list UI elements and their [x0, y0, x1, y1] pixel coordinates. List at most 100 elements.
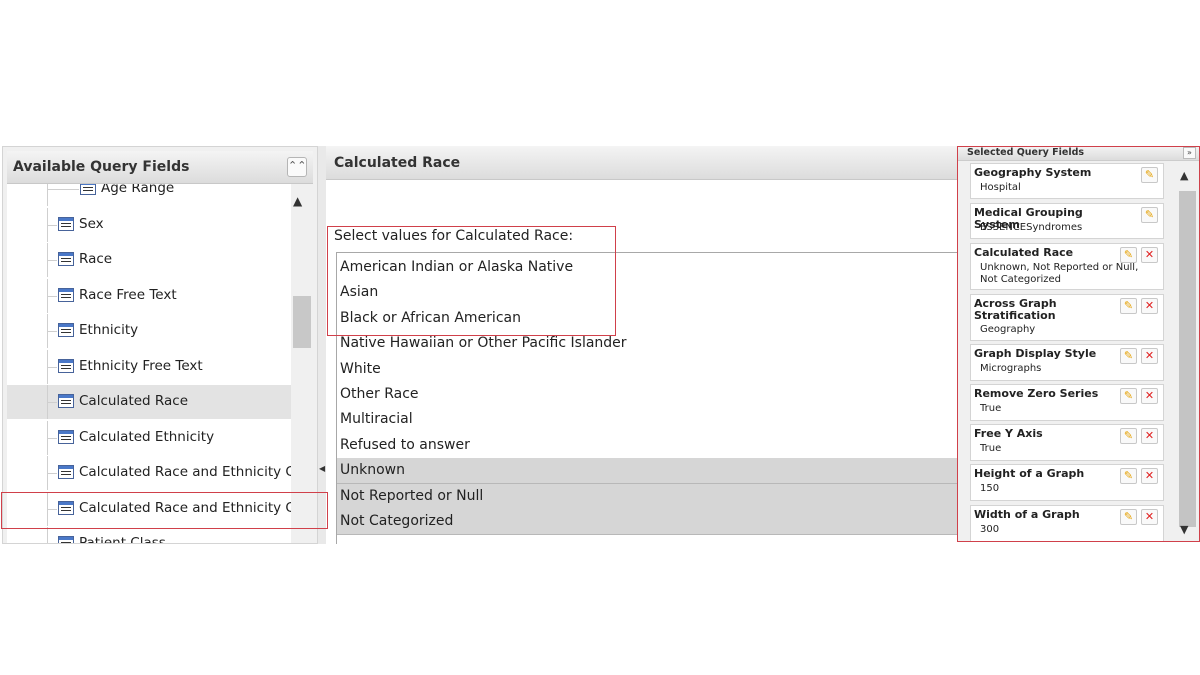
value-option[interactable]: American Indian or Alaska Native	[337, 255, 958, 280]
selected-field-title: Width of a Graph	[974, 508, 1080, 521]
double-chevron-up-icon[interactable]: ⌃⌃	[287, 157, 307, 177]
selected-field-card: Medical Grouping System ESSENCESyndromes ✎	[970, 203, 1164, 239]
tree-connector	[47, 224, 57, 226]
edit-pencil-icon[interactable]: ✎	[1120, 428, 1137, 444]
selected-field-value: ESSENCESyndromes	[980, 222, 1083, 233]
tree-item[interactable]: Calculated Race and Ethnicity C...	[7, 491, 291, 526]
available-panel-scrollbar[interactable]: ▲	[291, 184, 313, 543]
tree-item[interactable]: Patient Class	[7, 527, 291, 543]
field-values-header: Calculated Race	[326, 146, 958, 180]
edit-pencil-icon[interactable]: ✎	[1120, 388, 1137, 404]
tree-connector	[47, 184, 48, 206]
field-list-icon	[80, 184, 96, 195]
tree-item[interactable]: Calculated Race and Ethnicity C...	[7, 456, 291, 490]
selected-field-value: 300	[980, 524, 1000, 535]
tree-item[interactable]: Race Free Text	[7, 278, 291, 313]
value-option[interactable]: Black or African American	[337, 306, 958, 331]
value-option[interactable]: White	[337, 357, 958, 382]
selected-field-value: Unknown, Not Reported or Null, Not Categ…	[980, 262, 1139, 285]
tree-item[interactable]: Ethnicity	[7, 314, 291, 348]
edit-pencil-icon[interactable]: ✎	[1120, 509, 1137, 525]
value-option-label: Unknown	[340, 462, 405, 479]
selected-field-card: Free Y Axis True ✎ ✕	[970, 424, 1164, 461]
tree-item-label: Ethnicity	[79, 322, 139, 338]
tree-item-label: Calculated Race	[79, 393, 188, 409]
delete-x-icon[interactable]: ✕	[1141, 247, 1158, 263]
delete-x-icon[interactable]: ✕	[1141, 468, 1158, 484]
scroll-down-icon[interactable]: ▼	[1180, 523, 1188, 536]
selected-field-value: Hospital	[980, 182, 1021, 193]
selected-field-value: True	[980, 443, 1002, 454]
edit-pencil-icon[interactable]: ✎	[1141, 207, 1158, 223]
available-fields-tree: Age Range Sex Race Race Free Text Ethnicity E…	[7, 184, 291, 543]
double-chevron-right-icon[interactable]: »	[1183, 147, 1196, 159]
edit-pencil-icon[interactable]: ✎	[1120, 298, 1137, 314]
tree-connector	[47, 473, 57, 474]
tree-item[interactable]: Calculated Race	[7, 385, 291, 419]
tree-item[interactable]: Age Range	[7, 184, 291, 206]
left-splitter[interactable]: ◀	[318, 146, 326, 544]
tree-item-label: Patient Class	[79, 535, 166, 543]
value-option-label: Asian	[340, 284, 379, 301]
tree-item-label: Calculated Race and Ethnicity C...	[79, 464, 291, 480]
value-option[interactable]: Multiracial	[337, 407, 958, 432]
selected-query-fields-panel: Selected Query Fields » Geography System…	[958, 146, 1200, 542]
edit-pencil-icon[interactable]: ✎	[1120, 247, 1137, 263]
value-option[interactable]: Native Hawaiian or Other Pacific Islande…	[337, 331, 958, 356]
value-option[interactable]: Not Categorized	[337, 509, 958, 535]
value-option[interactable]: Other Race	[337, 382, 958, 407]
edit-pencil-icon[interactable]: ✎	[1141, 167, 1158, 183]
field-list-icon	[58, 216, 74, 231]
tree-item-label: Age Range	[101, 184, 175, 196]
edit-pencil-icon[interactable]: ✎	[1120, 348, 1137, 364]
tree-item[interactable]: Calculated Ethnicity	[7, 420, 291, 455]
selected-field-title: Across Graph Stratification	[974, 297, 1057, 322]
selected-field-title: Calculated Race	[974, 246, 1074, 259]
tree-connector	[47, 189, 79, 190]
edit-pencil-icon[interactable]: ✎	[1120, 468, 1137, 484]
tree-item[interactable]: Race	[7, 243, 291, 277]
available-panel-title: Available Query Fields	[13, 159, 190, 175]
delete-x-icon[interactable]: ✕	[1141, 388, 1158, 404]
value-option[interactable]: Asian	[337, 280, 958, 305]
scroll-up-icon[interactable]: ▲	[293, 194, 302, 208]
delete-x-icon[interactable]: ✕	[1141, 509, 1158, 525]
delete-x-icon[interactable]: ✕	[1141, 298, 1158, 314]
scroll-up-icon[interactable]: ▲	[1180, 169, 1188, 182]
tree-item[interactable]: Sex	[7, 207, 291, 242]
value-option[interactable]: Unknown	[337, 458, 958, 485]
select-values-label: Select values for Calculated Race:	[334, 228, 574, 244]
value-option-label: Not Categorized	[340, 513, 454, 529]
tree-connector	[47, 527, 48, 543]
tree-item-label: Calculated Ethnicity	[79, 428, 215, 445]
value-option-label: Not Reported or Null	[340, 487, 484, 504]
scrollbar-thumb[interactable]	[1179, 191, 1196, 527]
selected-fields-list: Geography System Hospital ✎ Medical Groupin…	[970, 161, 1166, 542]
selected-panel-scrollbar[interactable]: ▲ ▼	[1176, 161, 1198, 542]
selected-field-card: Height of a Graph 150 ✎ ✕	[970, 464, 1164, 501]
available-query-fields-panel: Available Query Fields ⌃⌃ Age Range Sex Ra…	[2, 146, 318, 544]
field-list-icon	[58, 394, 74, 408]
value-option[interactable]: Not Reported or Null	[337, 483, 958, 510]
selected-panel-title: Selected Query Fields	[967, 147, 1085, 158]
field-list-icon	[58, 429, 74, 444]
value-option[interactable]: Refused to answer	[337, 433, 958, 458]
field-list-icon	[58, 287, 74, 302]
delete-x-icon[interactable]: ✕	[1141, 348, 1158, 364]
selected-field-value: Micrographs	[980, 363, 1042, 374]
selected-field-card: Geography System Hospital ✎	[970, 163, 1164, 199]
collapse-left-arrow-icon[interactable]: ◀	[319, 464, 325, 473]
selected-field-value: True	[980, 403, 1002, 414]
value-option-label: Multiracial	[340, 411, 413, 428]
value-option-label: White	[340, 360, 381, 377]
selected-field-card: Graph Display Style Micrographs ✎ ✕	[970, 344, 1164, 381]
scrollbar-thumb[interactable]	[293, 296, 311, 348]
selected-field-title: Remove Zero Series	[974, 387, 1099, 400]
values-listbox[interactable]: American Indian or Alaska Native Asian Bla…	[336, 252, 958, 544]
tree-item-label: Race Free Text	[79, 286, 177, 303]
tree-item-label: Ethnicity Free Text	[79, 357, 203, 374]
tree-item-label: Sex	[79, 215, 104, 232]
field-list-icon	[58, 536, 74, 543]
delete-x-icon[interactable]: ✕	[1141, 428, 1158, 444]
tree-item[interactable]: Ethnicity Free Text	[7, 349, 291, 384]
